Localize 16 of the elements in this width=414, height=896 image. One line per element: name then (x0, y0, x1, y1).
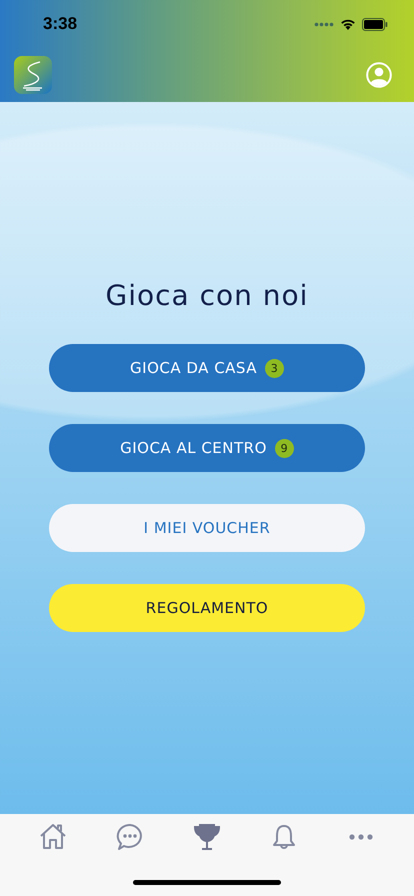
menu-button[interactable]: REGOLAMENTO (49, 584, 365, 632)
count-badge: 3 (264, 358, 284, 378)
menu-button[interactable]: GIOCA AL CENTRO 9 (49, 424, 365, 472)
menu-button[interactable]: I MIEI VOUCHER (49, 504, 365, 552)
wifi-icon (340, 18, 356, 30)
status-time: 3:38 (43, 14, 78, 34)
menu-button[interactable]: GIOCA DA CASA 3 (49, 344, 365, 392)
page-title: Gioca con noi (106, 278, 308, 314)
signal-icon (314, 22, 334, 26)
battery-icon (362, 18, 388, 30)
app-logo[interactable] (14, 56, 52, 94)
chat-icon[interactable] (114, 822, 145, 852)
profile-icon[interactable] (366, 62, 392, 88)
count-badge: 9 (274, 438, 294, 458)
trophy-icon[interactable] (192, 822, 222, 852)
home-icon[interactable] (38, 822, 68, 852)
